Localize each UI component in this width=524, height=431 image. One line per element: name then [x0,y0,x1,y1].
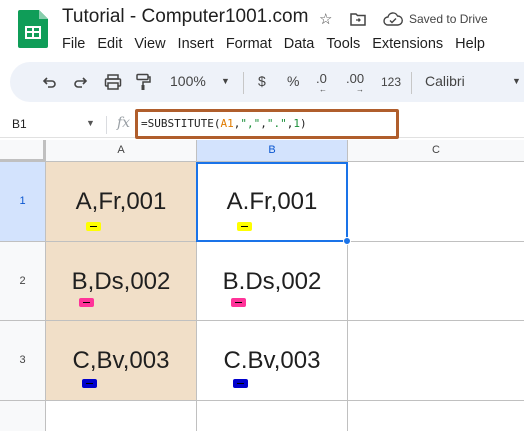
cell-c4[interactable] [348,401,524,431]
font-chevron-down-icon[interactable]: ▼ [512,76,521,86]
currency-format-button[interactable]: $ [258,73,266,89]
formula-input[interactable]: =SUBSTITUTE(A1,",",".",1) [141,117,307,130]
cell-c1[interactable] [348,162,524,242]
menu-edit[interactable]: Edit [97,36,122,52]
cell-c2[interactable] [348,242,524,321]
cell-a3[interactable]: C,Bv,003 [46,321,197,401]
row-header-3[interactable]: 3 [0,321,46,401]
print-icon[interactable] [104,73,122,91]
cell-c3[interactable] [348,321,524,401]
undo-icon[interactable] [41,74,57,90]
star-icon[interactable]: ☆ [319,10,332,28]
row-header-1[interactable]: 1 [0,162,46,242]
row-header-2[interactable]: 2 [0,242,46,321]
decrease-decimal-button[interactable]: .0 [316,71,327,86]
cell-a1-value: A,Fr,001 [75,188,167,215]
menu-insert[interactable]: Insert [178,36,214,52]
name-box[interactable]: B1 [12,117,27,131]
menu-file[interactable]: File [62,36,85,52]
cell-a2-value: B,Ds,002 [71,268,171,295]
menu-bar: File Edit View Insert Format Data Tools … [62,36,497,52]
redo-icon[interactable] [73,74,89,90]
yellow-badge-icon [86,222,101,231]
cell-a3-value: C,Bv,003 [72,347,170,374]
zoom-select[interactable]: 100% [170,73,206,89]
fx-icon: fx [117,115,131,131]
menu-format[interactable]: Format [226,36,272,52]
column-header-c[interactable]: C [348,140,524,162]
percent-format-button[interactable]: % [287,73,299,89]
menu-help[interactable]: Help [455,36,485,52]
blue-badge-icon [82,379,97,388]
increase-decimal-button[interactable]: .00 [346,71,364,86]
cloud-check-icon[interactable] [383,12,403,26]
formula-prefix: =SUBSTITUTE( [141,117,221,130]
document-title[interactable]: Tutorial - Computer1001.com [62,6,308,28]
toolbar-divider [243,72,244,94]
active-cell-outline [196,162,348,242]
menu-data[interactable]: Data [284,36,315,52]
formula-new-text: "." [266,117,287,130]
more-formats-button[interactable]: 123 [381,75,401,89]
cell-a4[interactable] [46,401,197,431]
move-folder-icon[interactable] [350,12,366,26]
formula-bar-divider [106,116,107,134]
cell-b3[interactable]: C.Bv,003 [197,321,348,401]
pink-badge-icon [231,298,246,307]
fill-handle[interactable] [343,237,351,245]
column-header-a[interactable]: A [46,140,197,162]
cell-a2[interactable]: B,Ds,002 [46,242,197,321]
toolbar-divider [411,72,412,94]
cell-b3-value: C.Bv,003 [223,347,321,374]
name-box-chevron-down-icon[interactable]: ▼ [86,118,95,128]
blue-badge-icon [233,379,248,388]
paint-format-icon[interactable] [135,73,151,91]
sheets-logo-icon[interactable] [18,10,48,48]
arrow-right-icon: → [356,85,364,94]
pink-badge-icon [79,298,94,307]
font-select[interactable]: Calibri [425,73,465,89]
save-status: Saved to Drive [409,12,488,26]
menu-extensions[interactable]: Extensions [372,36,443,52]
zoom-chevron-down-icon[interactable]: ▼ [221,76,230,86]
formula-separator: , [260,117,267,130]
row-header-4[interactable] [0,401,46,431]
cell-b2[interactable]: B.Ds,002 [197,242,348,321]
cell-b2-value: B.Ds,002 [222,268,322,295]
formula-suffix: ) [299,117,307,130]
cell-b4[interactable] [197,401,348,431]
column-header-b[interactable]: B [197,140,348,162]
menu-tools[interactable]: Tools [326,36,360,52]
arrow-left-icon: ← [319,85,327,94]
formula-old-text: "," [240,117,261,130]
cell-a1[interactable]: A,Fr,001 [46,162,197,242]
formula-instance-number: 1 [293,117,300,130]
formula-cell-reference: A1 [220,117,234,130]
menu-view[interactable]: View [134,36,165,52]
select-all-corner[interactable] [0,140,46,162]
